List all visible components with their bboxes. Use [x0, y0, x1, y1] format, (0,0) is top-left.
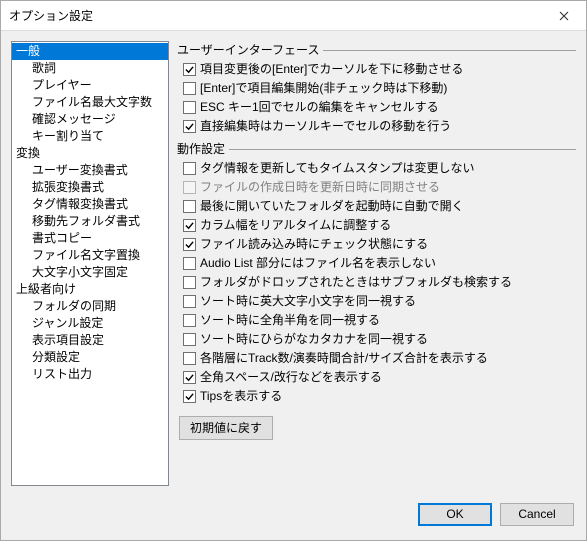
checkbox-label: ソート時に全角半角を同一視する	[200, 312, 380, 329]
checkbox-row[interactable]: [Enter]で項目編集開始(非チェック時は下移動)	[177, 79, 576, 98]
checkbox-row[interactable]: ソート時に英大文字小文字を同一視する	[177, 292, 576, 311]
checkbox-label: タグ情報を更新してもタイムスタンプは変更しない	[200, 160, 474, 177]
tree-item[interactable]: タグ情報変換書式	[12, 196, 168, 213]
tree-item[interactable]: 一般	[12, 43, 168, 60]
checkbox[interactable]	[183, 101, 196, 114]
checkbox[interactable]	[183, 120, 196, 133]
checkbox-label: カラム幅をリアルタイムに調整する	[200, 217, 391, 234]
content-panel: ユーザーインターフェース 項目変更後の[Enter]でカーソルを下に移動させる […	[177, 41, 576, 486]
checkbox[interactable]	[183, 390, 196, 403]
checkbox-row[interactable]: Tipsを表示する	[177, 387, 576, 406]
close-icon	[559, 11, 569, 21]
checkbox-label: フォルダがドロップされたときはサブフォルダも検索する	[200, 274, 512, 291]
tree-item[interactable]: 確認メッセージ	[12, 111, 168, 128]
group-behavior: 動作設定 タグ情報を更新してもタイムスタンプは変更しないファイルの作成日時を更新…	[177, 140, 576, 406]
checkbox-label: ソート時にひらがなカタカナを同一視する	[200, 331, 428, 348]
checkbox-row: ファイルの作成日時を更新日時に同期させる	[177, 178, 576, 197]
checkbox-row[interactable]: 全角スペース/改行などを表示する	[177, 368, 576, 387]
ok-button[interactable]: OK	[418, 503, 492, 526]
checkbox-label: ファイルの作成日時を更新日時に同期させる	[200, 179, 440, 196]
tree-item[interactable]: 大文字小文字固定	[12, 264, 168, 281]
checkbox-label: [Enter]で項目編集開始(非チェック時は下移動)	[200, 80, 447, 97]
checkbox[interactable]	[183, 257, 196, 270]
checkbox-row[interactable]: 項目変更後の[Enter]でカーソルを下に移動させる	[177, 60, 576, 79]
group-behavior-title: 動作設定	[177, 140, 576, 157]
checkbox-row[interactable]: ESC キー1回でセルの編集をキャンセルする	[177, 98, 576, 117]
checkbox-row[interactable]: カラム幅をリアルタイムに調整する	[177, 216, 576, 235]
tree-item[interactable]: ファイル名最大文字数	[12, 94, 168, 111]
checkbox-row[interactable]: 直接編集時はカーソルキーでセルの移動を行う	[177, 117, 576, 136]
close-button[interactable]	[541, 1, 586, 30]
cancel-button[interactable]: Cancel	[500, 503, 574, 526]
options-dialog: オプション設定 一般歌詞プレイヤーファイル名最大文字数確認メッセージキー割り当て…	[0, 0, 587, 541]
tree-item[interactable]: 表示項目設定	[12, 332, 168, 349]
checkbox-label: 最後に開いていたフォルダを起動時に自動で開く	[200, 198, 464, 215]
category-tree[interactable]: 一般歌詞プレイヤーファイル名最大文字数確認メッセージキー割り当て変換ユーザー変換…	[11, 41, 169, 486]
checkbox-label: ソート時に英大文字小文字を同一視する	[200, 293, 416, 310]
checkbox[interactable]	[183, 63, 196, 76]
checkbox[interactable]	[183, 82, 196, 95]
checkbox	[183, 181, 196, 194]
checkbox-label: 直接編集時はカーソルキーでセルの移動を行う	[200, 118, 451, 135]
tree-item[interactable]: プレイヤー	[12, 77, 168, 94]
checkbox[interactable]	[183, 314, 196, 327]
checkbox[interactable]	[183, 200, 196, 213]
checkbox[interactable]	[183, 352, 196, 365]
tree-item[interactable]: 歌詞	[12, 60, 168, 77]
group-ui: ユーザーインターフェース 項目変更後の[Enter]でカーソルを下に移動させる […	[177, 41, 576, 136]
tree-item[interactable]: ジャンル設定	[12, 315, 168, 332]
titlebar: オプション設定	[1, 1, 586, 31]
checkbox[interactable]	[183, 333, 196, 346]
checkbox-label: 全角スペース/改行などを表示する	[200, 369, 382, 386]
checkbox-row[interactable]: ファイル読み込み時にチェック状態にする	[177, 235, 576, 254]
tree-item[interactable]: 変換	[12, 145, 168, 162]
window-title: オプション設定	[9, 7, 541, 24]
tree-item[interactable]: リスト出力	[12, 366, 168, 383]
checkbox-label: ESC キー1回でセルの編集をキャンセルする	[200, 99, 439, 116]
checkbox[interactable]	[183, 162, 196, 175]
checkbox-label: 各階層にTrack数/演奏時間合計/サイズ合計を表示する	[200, 350, 488, 367]
tree-item[interactable]: 移動先フォルダ書式	[12, 213, 168, 230]
checkbox-label: Tipsを表示する	[200, 388, 282, 405]
checkbox[interactable]	[183, 219, 196, 232]
checkbox-row[interactable]: タグ情報を更新してもタイムスタンプは変更しない	[177, 159, 576, 178]
tree-item[interactable]: キー割り当て	[12, 128, 168, 145]
checkbox-row[interactable]: 最後に開いていたフォルダを起動時に自動で開く	[177, 197, 576, 216]
checkbox[interactable]	[183, 238, 196, 251]
checkbox-label: ファイル読み込み時にチェック状態にする	[200, 236, 428, 253]
checkbox-row[interactable]: ソート時に全角半角を同一視する	[177, 311, 576, 330]
tree-item[interactable]: 分類設定	[12, 349, 168, 366]
checkbox-row[interactable]: 各階層にTrack数/演奏時間合計/サイズ合計を表示する	[177, 349, 576, 368]
dialog-footer: OK Cancel	[1, 496, 586, 540]
checkbox-row[interactable]: フォルダがドロップされたときはサブフォルダも検索する	[177, 273, 576, 292]
reset-defaults-button[interactable]: 初期値に戻す	[179, 416, 273, 440]
tree-item[interactable]: ユーザー変換書式	[12, 162, 168, 179]
checkbox-label: 項目変更後の[Enter]でカーソルを下に移動させる	[200, 61, 463, 78]
checkbox[interactable]	[183, 295, 196, 308]
tree-item[interactable]: フォルダの同期	[12, 298, 168, 315]
checkbox-row[interactable]: ソート時にひらがなカタカナを同一視する	[177, 330, 576, 349]
group-ui-title: ユーザーインターフェース	[177, 41, 576, 58]
tree-item[interactable]: 書式コピー	[12, 230, 168, 247]
checkbox-row[interactable]: Audio List 部分にはファイル名を表示しない	[177, 254, 576, 273]
checkbox[interactable]	[183, 276, 196, 289]
checkbox-label: Audio List 部分にはファイル名を表示しない	[200, 255, 436, 272]
dialog-body: 一般歌詞プレイヤーファイル名最大文字数確認メッセージキー割り当て変換ユーザー変換…	[1, 31, 586, 496]
tree-item[interactable]: ファイル名文字置換	[12, 247, 168, 264]
tree-item[interactable]: 拡張変換書式	[12, 179, 168, 196]
tree-item[interactable]: 上級者向け	[12, 281, 168, 298]
checkbox[interactable]	[183, 371, 196, 384]
